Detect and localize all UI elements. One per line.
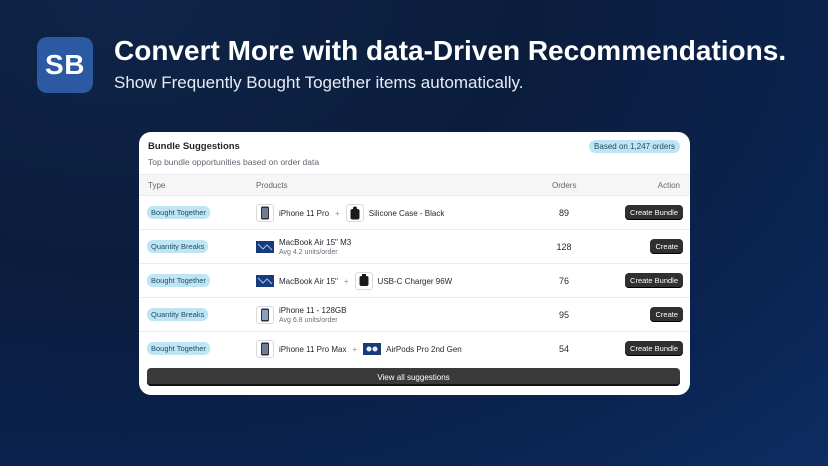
product-name: iPhone 11 Pro: [279, 208, 330, 218]
orders-value: 76: [558, 276, 569, 286]
product-cell: iPhone 11 Pro Max + AirPods Pro 2nd Gen: [256, 332, 462, 366]
macbook-icon: [256, 272, 274, 290]
create-bundle-button[interactable]: Create Bundle: [625, 341, 683, 356]
table-header: Type Products Orders Action: [139, 174, 690, 196]
airpods-icon: [363, 340, 382, 358]
product-name: USB-C Charger 96W: [377, 276, 453, 286]
table-row: Quantity Breaks MacBook Air 15" M3 Avg 4…: [139, 230, 690, 264]
bundle-suggestions-card: Bundle Suggestions Top bundle opportunit…: [139, 132, 690, 395]
product-name: iPhone 11 - 128GB: [279, 306, 347, 315]
table-row: Quantity Breaks iPhone 11 - 128GB Avg 6.…: [139, 298, 690, 332]
type-badge: Quantity Breaks: [147, 308, 209, 321]
table-row: Bought Together iPhone 11 Pro + Silicone…: [139, 196, 690, 230]
column-action: Action: [657, 181, 680, 190]
product-detail: Avg 4.2 units/order: [279, 249, 338, 256]
product-name: AirPods Pro 2nd Gen: [386, 344, 462, 354]
orders-value: 54: [558, 344, 569, 354]
headline: Convert More with data-Driven Recommenda…: [114, 35, 787, 66]
subheadline: Show Frequently Bought Together items au…: [114, 73, 524, 92]
card-subtitle: Top bundle opportunities based on order …: [148, 157, 320, 167]
column-products: Products: [256, 181, 288, 190]
table-row: Bought Together iPhone 11 Pro Max + AirP…: [139, 332, 690, 366]
column-type: Type: [148, 181, 166, 190]
plus-separator: +: [335, 208, 340, 218]
app-logo: SB: [37, 37, 93, 93]
create-bundle-button[interactable]: Create Bundle: [625, 205, 683, 220]
product-detail: Avg 6.8 units/order: [279, 317, 338, 324]
orders-count-badge: Based on 1,247 orders: [589, 140, 680, 153]
plus-separator: +: [352, 344, 358, 354]
column-orders: Orders: [552, 181, 577, 190]
type-badge: Bought Together: [147, 274, 210, 287]
product-name: MacBook Air 15": [279, 276, 338, 286]
orders-value: 89: [558, 208, 569, 218]
product-cell: iPhone 11 - 128GB Avg 6.8 units/order: [256, 298, 346, 332]
iphone-icon: [256, 306, 274, 324]
plus-separator: +: [343, 276, 349, 286]
product-cell: MacBook Air 15" + USB-C Charger 96W: [256, 264, 452, 298]
product-cell: iPhone 11 Pro + Silicone Case - Black: [256, 196, 444, 230]
orders-value: 128: [556, 242, 572, 252]
type-badge: Bought Together: [147, 342, 210, 355]
orders-value: 95: [558, 310, 569, 320]
create-button[interactable]: Create: [650, 239, 683, 254]
card-header: Bundle Suggestions Top bundle opportunit…: [139, 132, 690, 174]
iphone-icon: [256, 340, 274, 358]
case-icon: [345, 204, 364, 222]
create-bundle-button[interactable]: Create Bundle: [625, 273, 683, 288]
create-button[interactable]: Create: [650, 307, 683, 322]
product-name: iPhone 11 Pro Max: [279, 344, 347, 354]
product-name: MacBook Air 15" M3: [279, 238, 352, 247]
iphone-icon: [256, 204, 274, 222]
type-badge: Quantity Breaks: [147, 240, 209, 253]
charger-icon: [354, 272, 373, 290]
macbook-icon: [256, 238, 274, 256]
type-badge: Bought Together: [147, 206, 210, 219]
table-row: Bought Together MacBook Air 15" + USB-C …: [139, 264, 690, 298]
product-name: Silicone Case - Black: [368, 208, 445, 218]
product-cell: MacBook Air 15" M3 Avg 4.2 units/order: [256, 230, 351, 264]
view-all-suggestions-button[interactable]: View all suggestions: [147, 368, 680, 386]
